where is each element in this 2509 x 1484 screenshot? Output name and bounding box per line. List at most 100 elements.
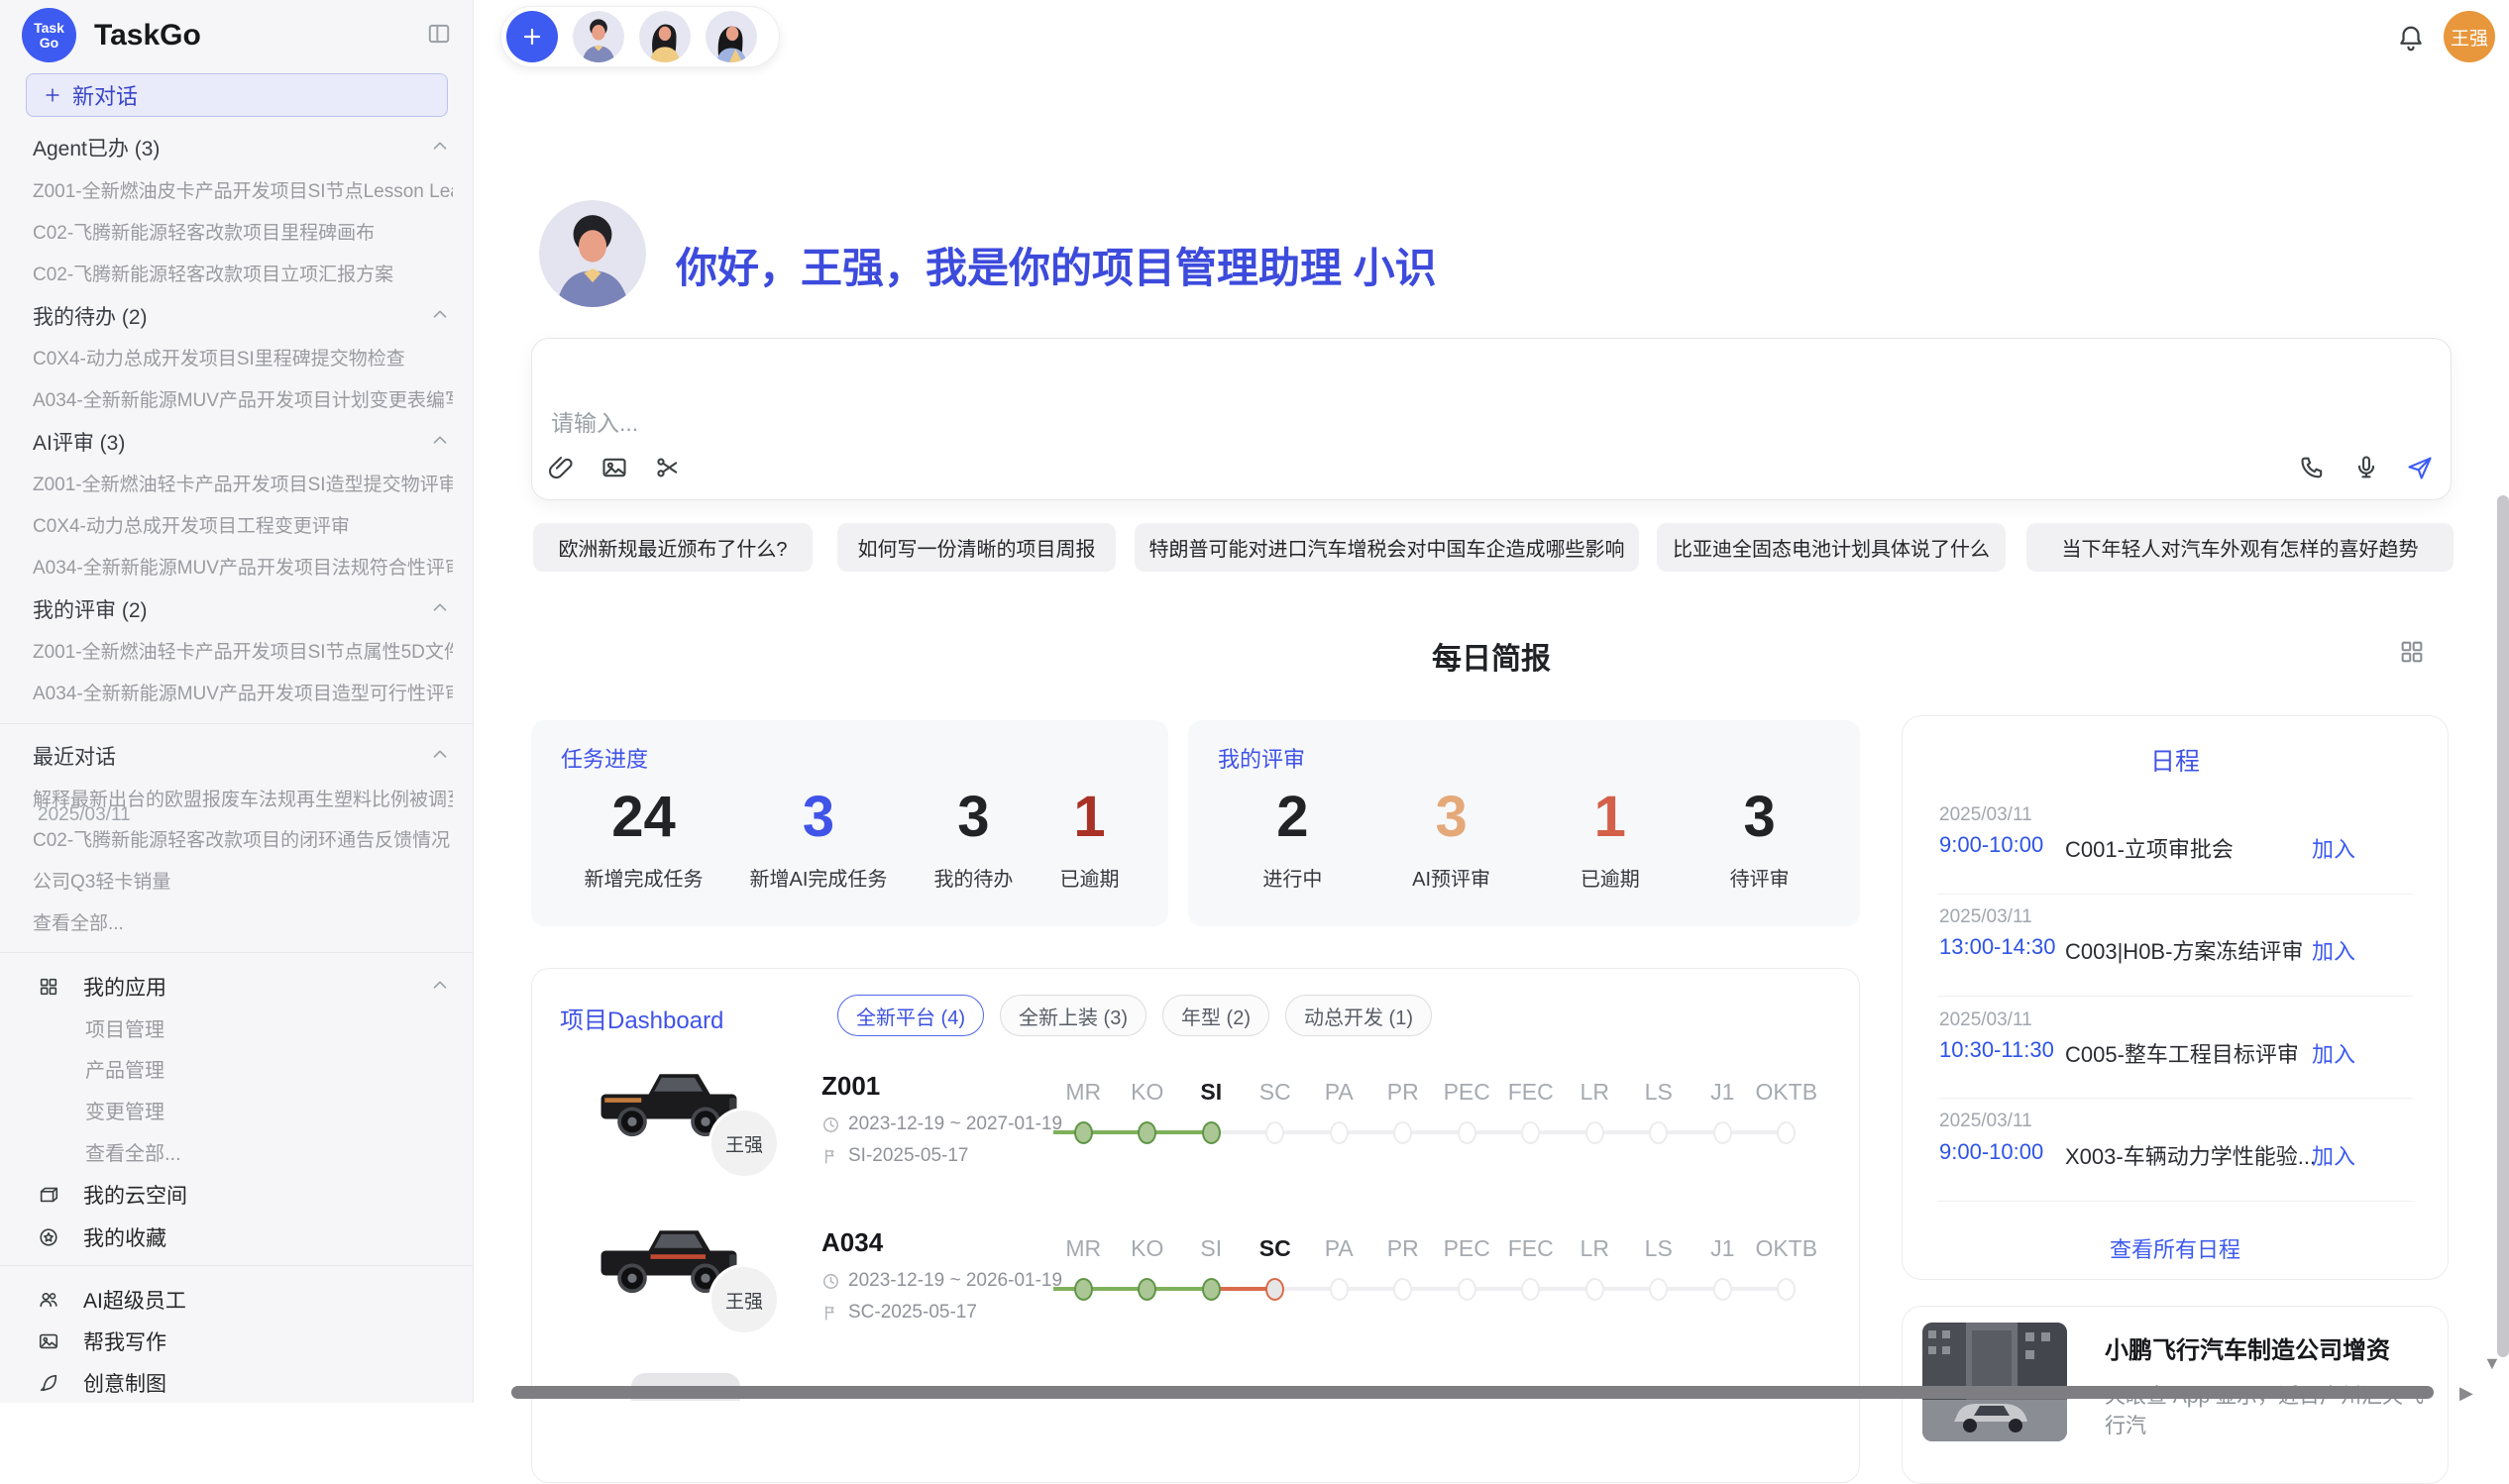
- schedule-join-link[interactable]: 加入: [2312, 934, 2471, 966]
- add-agent-button[interactable]: [506, 11, 558, 62]
- sidebar-item-ai-employee[interactable]: AI超级员工: [38, 1285, 186, 1315]
- horizontal-scrollbar-thumb[interactable]: [511, 1386, 2434, 1399]
- notification-bell-icon[interactable]: [2396, 24, 2426, 53]
- my-review-card: 我的评审 2进行中 3AI预评审 1已逾期 3待评审: [1188, 720, 1860, 926]
- phone-icon[interactable]: [2299, 454, 2327, 481]
- schedule-join-link[interactable]: 加入: [2312, 1037, 2471, 1069]
- sidebar-item[interactable]: C0X4-动力总成开发项目SI里程碑提交物检查: [33, 344, 453, 371]
- app-item-project-mgmt[interactable]: 项目管理: [85, 1013, 452, 1042]
- apps-view-all[interactable]: 查看全部...: [85, 1137, 452, 1166]
- recent-chat-item[interactable]: 公司Q3轻卡销量: [33, 867, 453, 894]
- sidebar-item-cloud-space[interactable]: 我的云空间: [38, 1180, 187, 1210]
- milestone-label: PA: [1325, 1079, 1354, 1105]
- recent-chat-item[interactable]: C02-飞腾新能源轻客改款项目的闭环通告反馈情况: [33, 825, 453, 852]
- new-chat-button[interactable]: 新对话: [26, 73, 448, 117]
- sidebar-item[interactable]: A034-全新新能源MUV产品开发项目造型可行性评审: [33, 679, 453, 705]
- schedule-join-link[interactable]: 加入: [2312, 832, 2471, 864]
- assistant-avatar: [539, 200, 646, 307]
- paperclip-icon[interactable]: [547, 454, 575, 481]
- sidebar-item-favorites[interactable]: 我的收藏: [38, 1222, 166, 1252]
- chevron-up-icon[interactable]: [429, 975, 451, 997]
- sidebar-item-help-write[interactable]: 帮我写作: [38, 1326, 166, 1356]
- plus-icon: [43, 85, 62, 105]
- agent-avatar[interactable]: [573, 11, 624, 62]
- sidebar-collapse-icon[interactable]: [426, 21, 452, 47]
- sidebar-item[interactable]: C02-飞腾新能源轻客改款项目里程碑画布: [33, 218, 453, 245]
- filter-pill-upfit[interactable]: 全新上装 (3): [1000, 995, 1146, 1036]
- project-code[interactable]: A034: [821, 1227, 883, 1258]
- my-apps-label: 我的应用: [83, 972, 166, 1002]
- filter-pill-all-platform[interactable]: 全新平台 (4): [837, 995, 984, 1036]
- scroll-down-arrow[interactable]: ▼: [2483, 1353, 2501, 1374]
- scissors-icon[interactable]: [654, 454, 682, 481]
- image-icon[interactable]: [600, 454, 628, 481]
- milestone-label: LS: [1645, 1235, 1673, 1261]
- schedule-date: 2025/03/11: [1939, 1111, 2032, 1132]
- section-header-my-review[interactable]: 我的评审 (2): [33, 594, 429, 624]
- milestone-label: SC: [1259, 1079, 1291, 1105]
- vertical-scrollbar-thumb[interactable]: [2497, 495, 2509, 1357]
- sidebar-item-my-apps[interactable]: 我的应用: [38, 972, 166, 1002]
- chevron-up-icon[interactable]: [429, 597, 451, 619]
- agent-avatar[interactable]: [639, 11, 691, 62]
- chevron-up-icon[interactable]: [429, 430, 451, 452]
- suggestion-chip[interactable]: 当下年轻人对汽车外观有怎样的喜好趋势: [2026, 523, 2454, 572]
- suggestion-chip[interactable]: 欧洲新规最近颁布了什么?: [533, 523, 813, 572]
- scroll-right-arrow[interactable]: ▶: [2459, 1383, 2473, 1404]
- sidebar-item[interactable]: C0X4-动力总成开发项目工程变更评审: [33, 511, 453, 538]
- section-header-recent[interactable]: 最近对话: [33, 741, 429, 771]
- cloud-space-label: 我的云空间: [83, 1180, 187, 1210]
- app-item-product-mgmt[interactable]: 产品管理: [85, 1054, 452, 1083]
- send-icon[interactable]: [2406, 454, 2434, 481]
- chat-input-card[interactable]: [531, 338, 2452, 500]
- app-item-change-mgmt[interactable]: 变更管理: [85, 1096, 452, 1124]
- suggestion-chip[interactable]: 特朗普可能对进口汽车增税会对中国车企造成哪些影响: [1135, 523, 1639, 572]
- stat-pending-review: 3待评审: [1730, 782, 1790, 892]
- suggestion-chip[interactable]: 比亚迪全固态电池计划具体说了什么: [1657, 523, 2006, 572]
- milestone-label: PR: [1387, 1079, 1419, 1105]
- filter-pill-powertrain[interactable]: 动总开发 (1): [1285, 995, 1432, 1036]
- milestone-dot: [1755, 1276, 1819, 1302]
- chevron-up-icon[interactable]: [429, 136, 451, 158]
- section-header-ai-review[interactable]: AI评审 (3): [33, 427, 429, 457]
- suggestion-chip[interactable]: 如何写一份清晰的项目周报: [837, 523, 1116, 572]
- stat-new-ai-done: 3新增AI完成任务: [750, 782, 888, 892]
- section-header-my-todo[interactable]: 我的待办 (2): [33, 301, 429, 331]
- milestone-label: PA: [1325, 1235, 1354, 1261]
- schedule-view-all-link[interactable]: 查看所有日程: [1902, 1232, 2449, 1264]
- sidebar-item[interactable]: Z001-全新燃油轻卡产品开发项目SI造型提交物评审: [33, 470, 453, 496]
- sidebar-item-creative-draw[interactable]: 创意制图: [38, 1368, 166, 1398]
- project-dates: 2023-12-19 ~ 2027-01-19: [821, 1113, 1062, 1135]
- agent-avatar-pill: [500, 6, 780, 67]
- star-badge-icon: [38, 1226, 59, 1248]
- sidebar-item[interactable]: Z001-全新燃油皮卡产品开发项目SI节点Lesson Learn报告: [33, 176, 453, 203]
- chevron-up-icon[interactable]: [429, 304, 451, 326]
- agent-avatar[interactable]: [706, 11, 757, 62]
- filter-pill-model-year[interactable]: 年型 (2): [1162, 995, 1269, 1036]
- milestone-label: MR: [1065, 1079, 1101, 1105]
- schedule-time: 10:30-11:30: [1939, 1037, 2054, 1063]
- project-code[interactable]: Z001: [821, 1071, 880, 1102]
- divider: [1937, 1098, 2413, 1099]
- chevron-up-icon[interactable]: [429, 744, 451, 766]
- chat-input-placeholder[interactable]: 请输入...: [551, 404, 638, 438]
- stat-overdue: 1已逾期: [1059, 782, 1119, 892]
- section-header-agent-done[interactable]: Agent已办 (3): [33, 133, 429, 162]
- sidebar-item[interactable]: A034-全新新能源MUV产品开发项目法规符合性评审: [33, 553, 453, 580]
- microphone-icon[interactable]: [2352, 454, 2380, 481]
- stat-overdue: 1已逾期: [1581, 782, 1640, 892]
- recent-view-all[interactable]: 查看全部...: [33, 908, 453, 935]
- layout-grid-icon[interactable]: [2398, 638, 2426, 666]
- stat-new-done: 24新增完成任务: [585, 782, 704, 892]
- schedule-date: 2025/03/11: [38, 804, 131, 826]
- milestone-label: J1: [1710, 1079, 1734, 1105]
- divider: [0, 952, 473, 953]
- sidebar-item[interactable]: A034-全新新能源MUV产品开发项目计划变更表编写: [33, 385, 453, 412]
- user-avatar[interactable]: 王强: [2444, 11, 2495, 62]
- schedule-join-link[interactable]: 加入: [2312, 1139, 2471, 1171]
- milestone-label-current: SC: [1259, 1235, 1291, 1261]
- sidebar-item[interactable]: C02-飞腾新能源轻客改款项目立项汇报方案: [33, 260, 453, 286]
- flag-icon: [821, 1147, 840, 1166]
- schedule-date: 2025/03/11: [1939, 906, 2032, 928]
- sidebar-item[interactable]: Z001-全新燃油轻卡产品开发项目SI节点属性5D文件评审: [33, 637, 453, 664]
